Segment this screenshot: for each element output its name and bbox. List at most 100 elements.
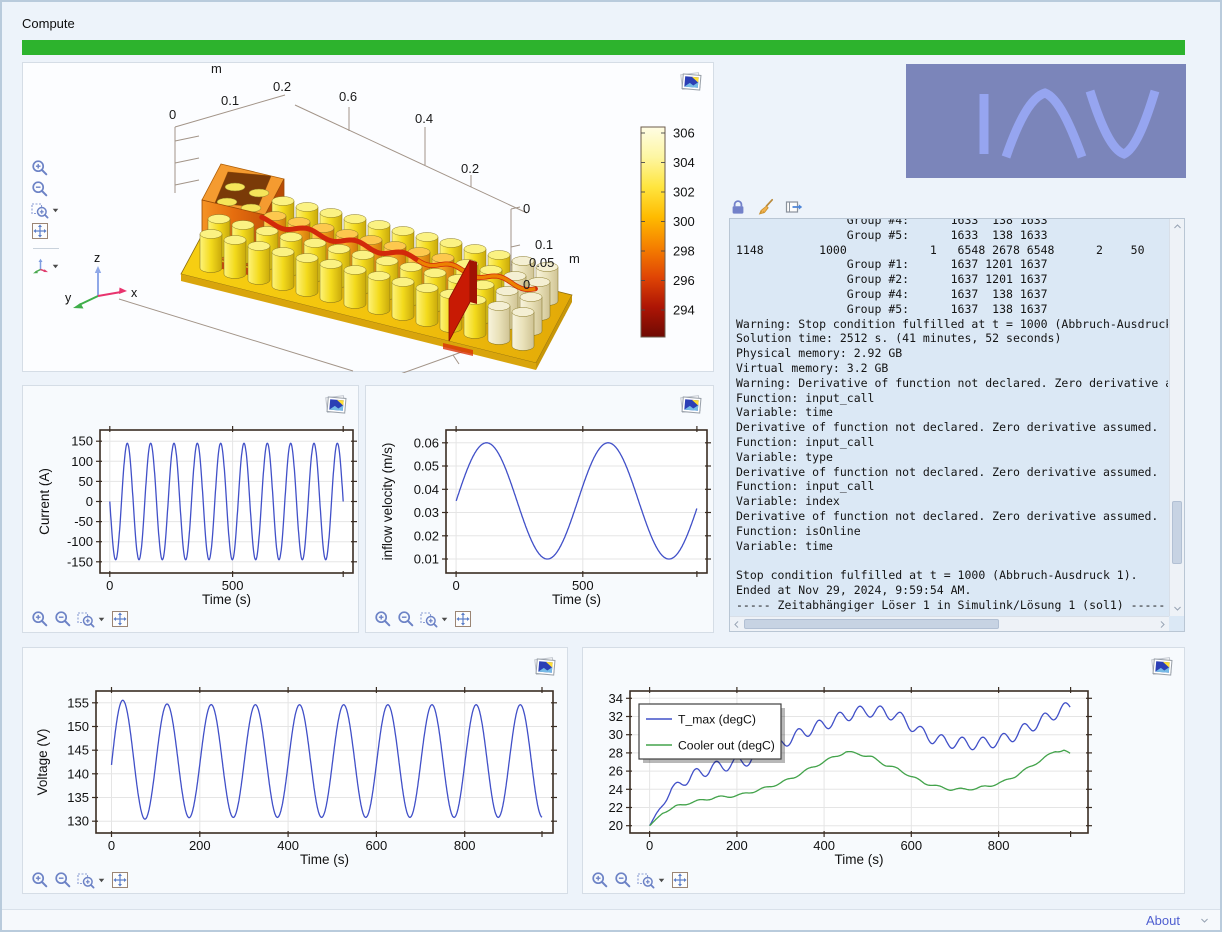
log-line: Stop condition fulfilled at t = 1000 (Ab… xyxy=(736,568,1168,583)
scroll-right-icon[interactable] xyxy=(1157,619,1168,630)
x-tick-label: 0 xyxy=(108,838,115,853)
x-tick-label: 0 xyxy=(106,578,113,593)
battery-pack-3d-scene: 00.10.20.60.40.200.10.050mmzyx xyxy=(23,63,715,373)
y-tick-label: 24 xyxy=(609,782,623,797)
zoom-box-button[interactable] xyxy=(77,871,95,889)
log-line: Function: input_call xyxy=(736,479,1168,494)
triad-y-label: y xyxy=(65,291,72,305)
chevron-down-icon[interactable] xyxy=(657,876,666,885)
zoom-extents-button[interactable] xyxy=(111,610,129,628)
x-tick-label: 600 xyxy=(366,838,388,853)
y-tick-label: 0.05 xyxy=(414,459,439,474)
log-line: Group #4: 1637 138 1637 xyxy=(736,287,1168,302)
chevron-down-icon[interactable] xyxy=(440,615,449,624)
zoom-out-button[interactable] xyxy=(54,871,72,889)
zoom-box-button[interactable] xyxy=(31,201,49,219)
export-log-icon[interactable] xyxy=(785,198,803,216)
log-text: Group #4: 1633 138 1633 Group #5: 1633 1… xyxy=(730,218,1168,615)
chevron-down-icon[interactable] xyxy=(51,262,60,271)
plot-icon xyxy=(679,71,704,92)
x-tick-label: 800 xyxy=(454,838,476,853)
plot-icon xyxy=(679,394,704,415)
zoom-in-button[interactable] xyxy=(591,871,609,889)
plot-window-button[interactable] xyxy=(678,393,704,415)
zoom-in-button[interactable] xyxy=(31,610,49,628)
log-line: Group #5: 1637 138 1637 xyxy=(736,302,1168,317)
log-line: Variable: time xyxy=(736,539,1168,554)
legend-label: T_max (degC) xyxy=(678,713,756,727)
zoom-extents-button[interactable] xyxy=(454,610,472,628)
y-tick-label: 150 xyxy=(67,719,89,734)
toolbar-divider xyxy=(33,248,59,249)
scroll-left-icon[interactable] xyxy=(731,619,742,630)
colorbar-tick-label: 294 xyxy=(673,303,695,318)
colorbar-tick-label: 298 xyxy=(673,244,695,259)
status-bar: About xyxy=(2,909,1220,930)
zoom-extents-button[interactable] xyxy=(31,222,75,240)
zoom-out-button[interactable] xyxy=(31,180,75,198)
axis-tick-label: 0.05 xyxy=(529,255,554,270)
lock-icon[interactable] xyxy=(729,198,747,216)
log-line: Group #2: 1637 1201 1637 xyxy=(736,272,1168,287)
y-tick-label: -50 xyxy=(74,514,93,529)
log-line: Group #1: 1637 1201 1637 xyxy=(736,257,1168,272)
inflow-velocity-plot-panel: 05000.060.050.040.030.020.01Time (s)infl… xyxy=(365,385,714,633)
plot-window-button[interactable] xyxy=(323,393,349,415)
zoom-extents-button[interactable] xyxy=(111,871,129,889)
scrollbar-thumb[interactable] xyxy=(1172,501,1182,565)
voltage-chart: 0200400600800155150145140135130Time (s)V… xyxy=(23,648,569,895)
zoom-extents-button[interactable] xyxy=(671,871,689,889)
zoom-in-button[interactable] xyxy=(31,871,49,889)
about-link[interactable]: About xyxy=(1146,913,1180,928)
scroll-down-icon[interactable] xyxy=(1172,603,1183,614)
temperature-chart: 02004006008003432302826242220Time (s)T_m… xyxy=(583,648,1186,895)
plot-toolbar xyxy=(591,871,689,889)
axis-tick-label: 0 xyxy=(523,201,530,216)
triad-z-label: z xyxy=(94,251,100,265)
chevron-down-icon[interactable] xyxy=(51,206,60,215)
scrollbar-thumb[interactable] xyxy=(744,619,999,629)
y-tick-label: 0.01 xyxy=(414,552,439,567)
plot-toolbar xyxy=(31,871,129,889)
log-line: Ended at Nov 29, 2024, 9:59:54 AM. xyxy=(736,583,1168,598)
app-window: Compute 00.10.20.60.40.200.10.050mmzyx 3… xyxy=(0,0,1222,932)
x-tick-label: 400 xyxy=(813,838,835,853)
zoom-out-button[interactable] xyxy=(614,871,632,889)
zoom-out-button[interactable] xyxy=(54,610,72,628)
clear-log-broom-icon[interactable] xyxy=(757,198,775,216)
colorbar-tick-label: 302 xyxy=(673,185,695,200)
triad-x-label: x xyxy=(131,286,138,300)
zoom-box-button[interactable] xyxy=(77,610,95,628)
log-vertical-scrollbar[interactable] xyxy=(1169,219,1184,616)
y-tick-label: 0.04 xyxy=(414,482,439,497)
zoom-in-button[interactable] xyxy=(374,610,392,628)
log-line: Function: input_call xyxy=(736,435,1168,450)
axis-tick-label: 0 xyxy=(169,107,176,122)
collapse-chevron-icon[interactable] xyxy=(1199,915,1210,926)
y-tick-label: 0.02 xyxy=(414,528,439,543)
chevron-down-icon[interactable] xyxy=(97,615,106,624)
y-tick-label: 50 xyxy=(79,474,93,489)
log-line: 1148 1000 1 6548 2678 6548 2 50 xyxy=(736,243,1168,258)
x-tick-label: 500 xyxy=(572,578,594,593)
scroll-up-icon[interactable] xyxy=(1172,221,1183,232)
x-axis-title: Time (s) xyxy=(552,592,601,607)
plot-window-button[interactable] xyxy=(1149,655,1175,677)
x-tick-label: 0 xyxy=(646,838,653,853)
colorbar-tick-label: 306 xyxy=(673,126,695,141)
go-to-view-button[interactable] xyxy=(31,257,49,275)
zoom-box-button[interactable] xyxy=(637,871,655,889)
plot-window-button[interactable] xyxy=(532,655,558,677)
solver-log-panel[interactable]: Group #4: 1633 138 1633 Group #5: 1633 1… xyxy=(729,218,1185,632)
y-axis-title: Voltage (V) xyxy=(35,729,50,796)
zoom-box-button[interactable] xyxy=(420,610,438,628)
zoom-out-button[interactable] xyxy=(397,610,415,628)
plot-toolbar xyxy=(31,610,129,628)
zoom-in-button[interactable] xyxy=(31,159,75,177)
chevron-down-icon[interactable] xyxy=(97,876,106,885)
log-line: Physical memory: 2.92 GB xyxy=(736,346,1168,361)
y-tick-label: 34 xyxy=(609,691,623,706)
log-horizontal-scrollbar[interactable] xyxy=(730,616,1169,631)
plot-window-button[interactable] xyxy=(678,70,704,92)
x-tick-label: 800 xyxy=(988,838,1010,853)
